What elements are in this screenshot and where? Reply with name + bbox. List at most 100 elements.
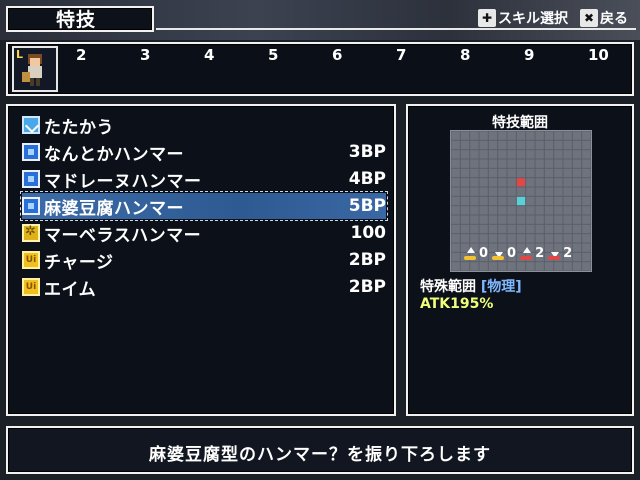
grid-cell <box>535 168 544 178</box>
grid-cell <box>488 224 498 234</box>
grid-cell <box>451 196 460 206</box>
grid-cell <box>582 224 591 234</box>
back-label: 戻る <box>600 11 628 27</box>
grid-cell <box>544 140 554 150</box>
party-slot-5[interactable]: 5 <box>268 46 278 64</box>
grid-cell <box>544 224 554 234</box>
grid-cell <box>563 187 572 196</box>
grid-cell <box>526 206 535 215</box>
stat-down-yellow: 0 <box>492 246 516 261</box>
grid-cell <box>526 224 535 234</box>
grid-cell <box>563 262 572 271</box>
grid-cell <box>451 224 460 234</box>
grid-cell <box>563 168 572 178</box>
grid-cell <box>451 178 460 187</box>
party-slot-9[interactable]: 9 <box>524 46 534 64</box>
party-slot-2[interactable]: 2 <box>76 46 86 64</box>
grid-cell <box>582 206 591 215</box>
stat-up-red: 2 <box>520 246 544 261</box>
grid-cell <box>498 168 507 178</box>
party-slot-8[interactable]: 8 <box>460 46 470 64</box>
grid-cell <box>582 196 591 206</box>
grid-cell <box>498 196 507 206</box>
grid-cell <box>535 150 544 159</box>
party-slot-1[interactable]: L <box>12 46 58 92</box>
grid-cell <box>488 178 498 187</box>
title-underline <box>156 28 636 30</box>
range-stats: 0 0 2 2 <box>464 246 572 261</box>
grid-cell <box>479 262 488 271</box>
skill-name: エイム <box>44 279 97 300</box>
grid-cell <box>460 196 470 206</box>
grid-cell <box>582 262 591 271</box>
grid-cell <box>554 262 563 271</box>
grid-cell <box>516 140 526 150</box>
skill-cost: 100 <box>350 223 387 243</box>
grid-cell <box>516 224 526 234</box>
skill-name: マドレーヌハンマー <box>44 171 202 192</box>
skill-row[interactable]: マーベラスハンマー 100 <box>22 220 386 246</box>
skill-row[interactable]: たたかう <box>22 112 386 138</box>
grid-cell <box>535 178 544 187</box>
skill-row[interactable]: 麻婆豆腐ハンマー 5BP <box>20 191 388 221</box>
party-slot-7[interactable]: 7 <box>396 46 406 64</box>
grid-cell <box>507 196 516 206</box>
skill-name: 麻婆豆腐ハンマー <box>44 198 184 219</box>
grid-cell <box>516 196 526 206</box>
grid-cell <box>507 234 516 243</box>
grid-cell <box>563 206 572 215</box>
grid-cell <box>544 196 554 206</box>
grid-cell <box>526 215 535 224</box>
grid-cell <box>507 150 516 159</box>
party-slot-6[interactable]: 6 <box>332 46 342 64</box>
party-slot-4[interactable]: 4 <box>204 46 214 64</box>
special-range-line: 特殊範囲 [物理] <box>420 279 522 295</box>
grid-cell <box>582 243 591 252</box>
skill-description: 麻婆豆腐型のハンマー？を振り下ろします <box>149 445 491 465</box>
skill-row[interactable]: Ui チャージ 2BP <box>22 247 386 273</box>
stat-up-yellow: 0 <box>464 246 488 261</box>
skill-row[interactable]: マドレーヌハンマー 4BP <box>22 166 386 192</box>
grid-cell <box>563 159 572 168</box>
grid-cell <box>488 159 498 168</box>
grid-cell <box>535 234 544 243</box>
skill-cost: 5BP <box>348 196 386 216</box>
skill-row[interactable]: Ui エイム 2BP <box>22 274 386 300</box>
dpad-icon: ✚ <box>478 9 496 27</box>
grid-cell <box>554 206 563 215</box>
grid-cell <box>451 243 460 252</box>
skill-select-label: スキル選択 <box>498 11 568 27</box>
grid-cell <box>507 140 516 150</box>
grid-cell <box>498 262 507 271</box>
grid-cell <box>535 187 544 196</box>
grid-cell <box>572 178 582 187</box>
grid-cell <box>507 187 516 196</box>
grid-cell <box>526 131 535 140</box>
grid-cell <box>544 150 554 159</box>
skill-row[interactable]: なんとかハンマー 3BP <box>22 139 386 165</box>
grid-cell <box>535 159 544 168</box>
grid-cell <box>535 131 544 140</box>
grid-cell <box>460 206 470 215</box>
grid-cell <box>554 215 563 224</box>
grid-cell <box>582 150 591 159</box>
grid-cell <box>516 168 526 178</box>
grid-cell <box>451 131 460 140</box>
party-slot-3[interactable]: 3 <box>140 46 150 64</box>
grid-cell <box>535 215 544 224</box>
party-slot-10[interactable]: 10 <box>588 46 609 64</box>
skill-select-hint[interactable]: ✚ スキル選択 <box>478 8 568 28</box>
grid-cell <box>572 159 582 168</box>
grid-cell <box>572 196 582 206</box>
level-label: L <box>16 48 24 61</box>
grid-cell <box>535 206 544 215</box>
back-hint[interactable]: ✖ 戻る <box>580 8 628 28</box>
grid-cell <box>470 206 479 215</box>
grid-cell <box>479 187 488 196</box>
stat-value: 2 <box>563 246 573 261</box>
grid-cell <box>498 131 507 140</box>
grid-cell <box>516 131 526 140</box>
grid-cell <box>507 178 516 187</box>
grid-cell <box>544 234 554 243</box>
grid-cell <box>479 215 488 224</box>
